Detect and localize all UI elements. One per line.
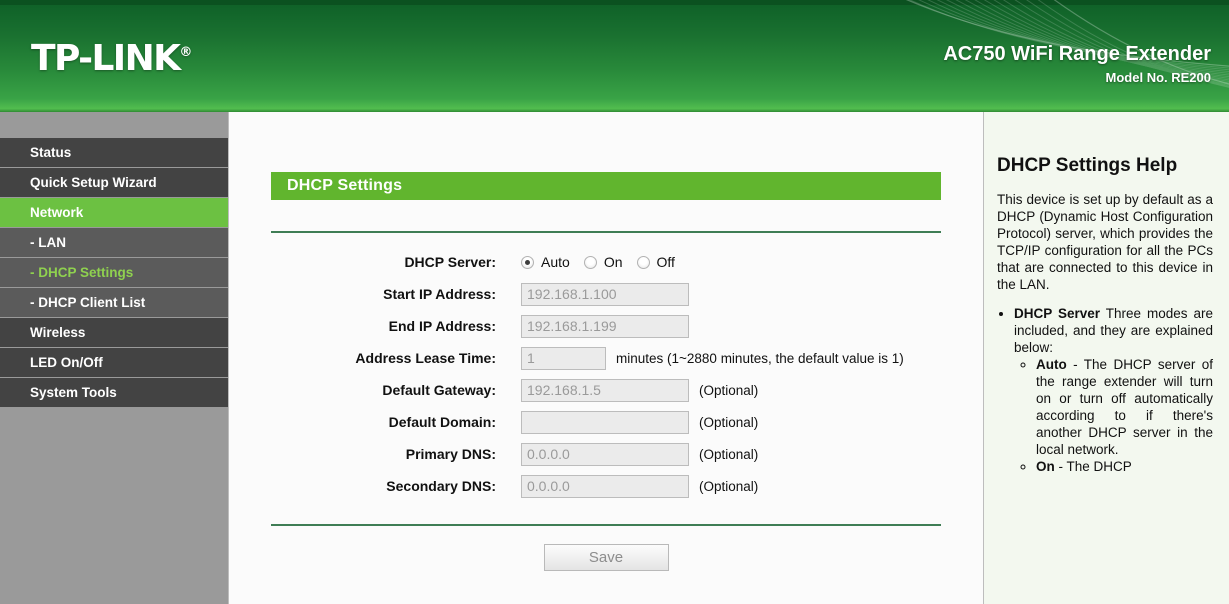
radio-on-label: On — [603, 254, 623, 270]
tp-link-logo: TP-LINK® — [31, 38, 192, 79]
help-text-on: - The DHCP — [1054, 459, 1132, 474]
label-start-ip-address: Start IP Address: — [383, 286, 496, 302]
default-gateway-input[interactable] — [521, 378, 689, 402]
radio-off[interactable] — [636, 255, 650, 269]
label-end-ip-address: End IP Address: — [388, 318, 496, 334]
help-term-dhcp-server: DHCP Server — [1014, 306, 1101, 321]
page-title: DHCP Settings — [271, 172, 941, 200]
form-row-primary-dns: Primary DNS: (Optional) — [271, 438, 941, 470]
label-secondary-dns: Secondary DNS: — [386, 478, 496, 494]
save-button[interactable]: Save — [543, 544, 669, 571]
sidebar-item-wireless[interactable]: Wireless — [0, 318, 228, 348]
sidebar-navigation: Status Quick Setup Wizard Network - LAN … — [0, 112, 229, 604]
radio-off-label: Off — [656, 254, 675, 270]
help-bullet-list: DHCP Server Three modes are included, an… — [997, 305, 1213, 475]
label-default-gateway: Default Gateway: — [382, 382, 496, 398]
label-default-domain: Default Domain: — [388, 414, 496, 430]
radio-auto[interactable] — [521, 255, 534, 269]
help-sub-bullet-auto: Auto - The DHCP server of the range exte… — [1036, 356, 1213, 458]
form-row-dhcp-server: DHCP Server: Auto On Off — [271, 246, 941, 278]
sidebar-item-led-on-off[interactable]: LED On/Off — [0, 348, 228, 378]
sidebar-item-system-tools[interactable]: System Tools — [0, 378, 228, 408]
form-row-lease-time: Address Lease Time: minutes (1~2880 minu… — [271, 342, 941, 374]
sidebar-item-dhcp-client-list[interactable]: - DHCP Client List — [0, 288, 228, 318]
sidebar-top-spacer — [0, 112, 228, 138]
product-info: AC750 WiFi Range Extender Model No. RE20… — [943, 42, 1211, 88]
dhcp-settings-form: DHCP Server: Auto On Off Start IP Addres… — [271, 246, 941, 502]
primary-dns-input[interactable] — [521, 442, 689, 466]
form-row-default-gateway: Default Gateway: (Optional) — [271, 374, 941, 406]
form-row-secondary-dns: Secondary DNS: (Optional) — [271, 470, 941, 502]
logo-registered-mark: ® — [179, 45, 193, 60]
secondary-dns-optional-hint: (Optional) — [699, 478, 759, 494]
help-title: DHCP Settings Help — [997, 155, 1178, 176]
address-lease-time-input[interactable] — [521, 346, 606, 370]
section-divider-bottom — [271, 524, 941, 526]
radio-on[interactable] — [583, 255, 597, 269]
default-domain-input[interactable] — [521, 410, 689, 434]
label-address-lease-time: Address Lease Time: — [355, 350, 496, 366]
header-top-stripe — [0, 0, 1229, 5]
lease-time-hint: minutes (1~2880 minutes, the default val… — [616, 350, 904, 366]
page-header: TP-LINK® AC750 WiFi Range Extender Model… — [0, 0, 1229, 112]
sidebar-item-network[interactable]: Network — [0, 198, 228, 228]
help-text-auto: - The DHCP server of the range extender … — [1036, 357, 1213, 457]
model-number: Model No. RE200 — [1105, 70, 1211, 85]
label-primary-dns: Primary DNS: — [405, 446, 496, 462]
product-name: AC750 WiFi Range Extender — [943, 43, 1211, 65]
help-term-on: On — [1036, 459, 1055, 474]
help-intro-paragraph: This device is set up by default as a DH… — [997, 192, 1213, 292]
form-row-start-ip: Start IP Address: — [271, 278, 941, 310]
default-gateway-optional-hint: (Optional) — [699, 382, 759, 398]
sidebar-item-lan[interactable]: - LAN — [0, 228, 228, 258]
sidebar-item-status[interactable]: Status — [0, 138, 228, 168]
sidebar-item-dhcp-settings[interactable]: - DHCP Settings — [0, 258, 228, 288]
sidebar-item-quick-setup-wizard[interactable]: Quick Setup Wizard — [0, 168, 228, 198]
page-body: Status Quick Setup Wizard Network - LAN … — [0, 112, 1229, 604]
radio-option-off[interactable]: Off — [636, 254, 675, 270]
primary-dns-optional-hint: (Optional) — [699, 446, 759, 462]
end-ip-address-input[interactable] — [521, 314, 689, 338]
help-sub-bullet-list: Auto - The DHCP server of the range exte… — [1014, 356, 1213, 475]
label-dhcp-server: DHCP Server: — [404, 254, 496, 270]
form-row-default-domain: Default Domain: (Optional) — [271, 406, 941, 438]
secondary-dns-input[interactable] — [521, 474, 689, 498]
radio-auto-label: Auto — [541, 254, 570, 270]
help-term-auto: Auto — [1036, 357, 1067, 372]
help-panel: DHCP Settings Help This device is set up… — [984, 112, 1229, 604]
start-ip-address-input[interactable] — [521, 282, 689, 306]
main-content: DHCP Settings DHCP Server: Auto On Off S… — [229, 112, 984, 604]
help-sub-bullet-on: On - The DHCP — [1036, 458, 1213, 475]
section-divider-top — [271, 231, 941, 233]
default-domain-optional-hint: (Optional) — [699, 414, 759, 430]
form-row-end-ip: End IP Address: — [271, 310, 941, 342]
logo-text: TP-LINK — [31, 38, 181, 79]
radio-option-on[interactable]: On — [583, 254, 623, 270]
help-bullet-dhcp-server: DHCP Server Three modes are included, an… — [1014, 305, 1213, 475]
dhcp-server-radio-group: Auto On Off — [521, 254, 689, 270]
radio-option-auto[interactable]: Auto — [521, 254, 570, 270]
form-actions: Save — [271, 544, 941, 571]
